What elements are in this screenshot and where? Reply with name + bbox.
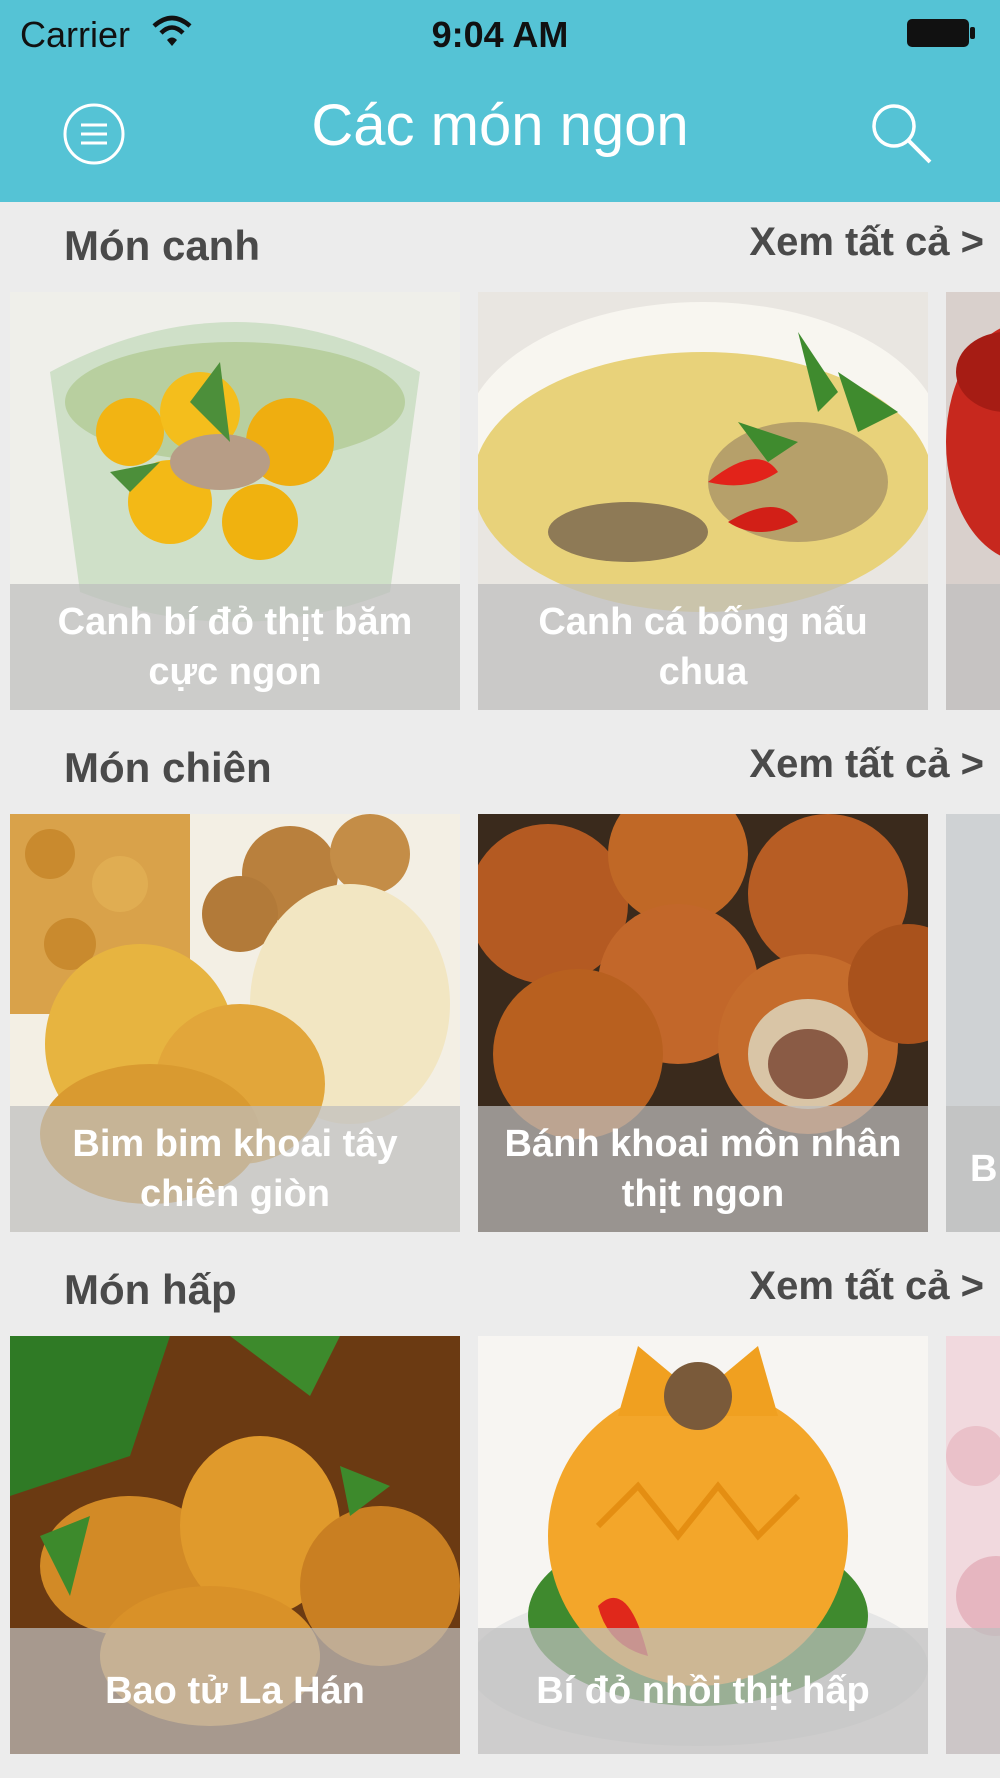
dish-name: Canh cá bống nấu chua: [538, 601, 868, 693]
section-header-chien: Món chiên Xem tất cả >: [0, 730, 1000, 810]
section-title: Món chiên: [64, 744, 272, 791]
dish-caption: Canh bí đỏ thịt băm cực ngon: [10, 584, 460, 710]
dish-card[interactable]: B: [946, 814, 1000, 1232]
dish-caption: Bánh khoai môn nhân thịt ngon: [478, 1106, 928, 1232]
dish-card[interactable]: [946, 292, 1000, 710]
dish-card[interactable]: Bao tử La Hán: [10, 1336, 460, 1754]
battery-icon: [907, 19, 975, 47]
nav-bar: Carrier 9:04 AM Các món ngon: [0, 0, 1000, 202]
dish-name: Bao tử La Hán: [105, 1670, 365, 1712]
dish-caption: Bim bim khoai tây chiên giòn: [10, 1106, 460, 1232]
dish-card[interactable]: [946, 1336, 1000, 1754]
search-icon[interactable]: [868, 100, 934, 166]
section-header-hap: Món hấp Xem tất cả >: [0, 1252, 1000, 1332]
see-all-link[interactable]: Xem tất cả >: [749, 742, 984, 787]
dish-caption: [946, 584, 1000, 710]
section-row-hap: Bao tử La Hán Bí đỏ nhồi thịt hấp: [0, 1336, 1000, 1754]
dish-caption: Bao tử La Hán: [10, 1628, 460, 1754]
dish-name: Bánh khoai môn nhân thịt ngon: [504, 1123, 902, 1215]
dish-card[interactable]: Canh cá bống nấu chua: [478, 292, 928, 710]
dish-card[interactable]: Bim bim khoai tây chiên giòn: [10, 814, 460, 1232]
section-title: Món hấp: [64, 1266, 237, 1313]
dish-caption: Bí đỏ nhồi thịt hấp: [478, 1628, 928, 1754]
dish-name: Bim bim khoai tây chiên giòn: [72, 1123, 398, 1215]
see-all-link[interactable]: Xem tất cả >: [749, 1264, 984, 1309]
section-row-chien: Bim bim khoai tây chiên giòn Bánh khoai …: [0, 814, 1000, 1232]
see-all-link[interactable]: Xem tất cả >: [749, 220, 984, 265]
dish-name: Bí đỏ nhồi thịt hấp: [536, 1670, 870, 1712]
dish-caption: Canh cá bống nấu chua: [478, 584, 928, 710]
section-title: Món canh: [64, 222, 260, 269]
dish-name: Canh bí đỏ thịt băm cực ngon: [57, 601, 413, 693]
section-row-canh: Canh bí đỏ thịt băm cực ngon Canh cá bốn…: [0, 292, 1000, 710]
dish-caption: [946, 1628, 1000, 1754]
page-title: Các món ngon: [311, 93, 689, 158]
section-header-canh: Món canh Xem tất cả >: [0, 208, 1000, 288]
dish-name: B: [970, 1148, 998, 1190]
clock: 9:04 AM: [431, 14, 569, 55]
dish-card[interactable]: Bí đỏ nhồi thịt hấp: [478, 1336, 928, 1754]
dish-card[interactable]: Bánh khoai môn nhân thịt ngon: [478, 814, 928, 1232]
dish-caption: B: [946, 1106, 1000, 1232]
status-bar: Carrier 9:04 AM: [0, 0, 1000, 66]
dish-card[interactable]: Canh bí đỏ thịt băm cực ngon: [10, 292, 460, 710]
